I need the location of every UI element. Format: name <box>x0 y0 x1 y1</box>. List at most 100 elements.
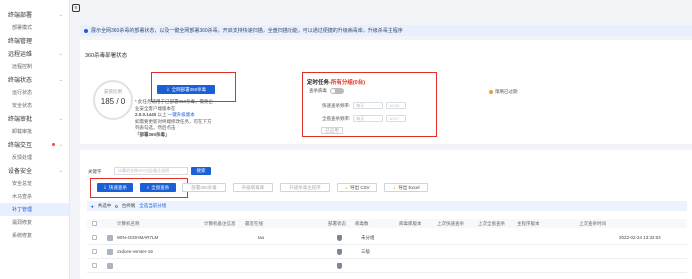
quick-freq-select[interactable]: 每天 <box>353 102 384 109</box>
install-ratio-circle: 安装比例 185 / 0 <box>93 80 133 120</box>
col-deploy[interactable]: 部署状态 <box>328 221 346 227</box>
deploy-list-button[interactable]: 部署360杀毒 <box>182 183 226 192</box>
chevron-down-icon: ⌄ <box>58 141 63 148</box>
sidebar-item-vuln-fix[interactable]: 漏洞修复 <box>0 216 69 229</box>
quick-scan-button[interactable]: ⇩ 快速查杀 <box>97 183 133 192</box>
selection-bar: ● 共选中 0 台终端 全选当前分组 <box>87 201 687 211</box>
col-dbver[interactable]: 病毒库版本 <box>399 221 422 227</box>
quick-freq-label: 快速查杀频率: <box>322 102 351 108</box>
schedule-title-prefix: 定时任务- <box>307 80 331 86</box>
row-online: tao <box>258 235 265 240</box>
deploy-360-button[interactable]: ⇩ 全网部署360杀毒 <box>157 85 215 94</box>
sidebar-group-status[interactable]: 终端状态 ⌄ <box>0 73 69 86</box>
computer-icon <box>107 249 113 255</box>
row-checkbox[interactable] <box>92 249 97 254</box>
sidebar-item-label: 卸载审批 <box>12 129 33 135</box>
sidebar-item-feedback[interactable]: 反馈处理 <box>0 151 69 164</box>
col-full[interactable]: 上次全盘查杀 <box>478 221 505 227</box>
col-name[interactable]: 计算机名称 <box>117 221 140 227</box>
sidebar-group-label: 终端部署 <box>8 13 33 19</box>
table-row[interactable]: zxdcen-vsmter-19 三级 <box>87 245 687 259</box>
search-button[interactable]: 搜索 <box>191 167 211 175</box>
sidebar-item-label: 系统修复 <box>12 233 33 239</box>
sidebar-group-deploy[interactable]: 终端部署 ⌄ <box>0 8 69 21</box>
table-row[interactable]: WIN-4SOHMAR7LM tao 未分组 2022-02-24 13:32:… <box>87 231 687 245</box>
sidebar-group-device-security[interactable]: 设备安全 ⌄ <box>0 164 69 177</box>
chevron-down-icon: ⌄ <box>58 11 63 18</box>
sidebar-group-approval[interactable]: 终端审批 ⌄ <box>0 112 69 125</box>
strategy-label: 策略已过期 <box>495 89 518 94</box>
sidebar-item-label: 反馈处理 <box>12 155 33 161</box>
sidebar-group-terminal[interactable]: 终端管理 <box>0 34 69 47</box>
sidebar-item-system-repair[interactable]: 系统修复 <box>0 229 69 242</box>
select-all-checkbox[interactable] <box>92 221 97 226</box>
desc-line1: * 此任务适用于已部署360 <box>135 99 187 104</box>
sidebar: 终端部署 ⌄ 部署模式 终端管理 远程运维 ⌄ 远程控制 终端状态 ⌄ 运行状态 安全… <box>0 0 70 279</box>
scan-toggle[interactable] <box>330 88 344 94</box>
row-name: zxdcen-vsmter-19 <box>117 249 153 254</box>
full-scan-button[interactable]: ⌕ 全盘查杀 <box>140 183 176 192</box>
sidebar-item-trojan-scan[interactable]: 木马查杀 <box>0 190 69 203</box>
deploy-description: * 此任务适用于已部署360杀毒，需要企业安全客户端版本在 2.0.0.1440… <box>135 99 215 138</box>
table-row[interactable] <box>87 259 687 273</box>
full-scan-label: 全盘查杀 <box>151 184 170 190</box>
sidebar-group-label: 设备安全 <box>8 169 33 175</box>
col-virus[interactable]: 病毒数 <box>355 221 369 227</box>
row-name: WIN-4SOHMAR7LM <box>117 235 159 240</box>
upgrade-main-button[interactable]: 升级杀毒主程序 <box>280 183 330 192</box>
full-time-select[interactable]: 10:17 <box>386 115 407 122</box>
upgrade-version-link[interactable]: 一键升级版本 <box>168 112 195 117</box>
strategy-status: 策略已过期 <box>489 89 518 95</box>
selected-unit: 台终端 <box>121 203 136 208</box>
col-online[interactable]: 最近在线 <box>245 221 263 227</box>
sidebar-item-uninstall-approval[interactable]: 卸载审批 <box>0 125 69 138</box>
select-all-link[interactable]: 全选当前分组 <box>139 203 166 209</box>
full-freq-row: 全盘查杀频率: 每天 10:17 <box>322 115 407 122</box>
sidebar-item-label: 安全状态 <box>12 103 33 109</box>
computer-icon <box>107 263 113 269</box>
sidebar-item-deploy-mode[interactable]: 部署模式 <box>0 21 69 34</box>
full-freq-label: 全盘查杀频率: <box>322 115 351 121</box>
chevron-down-icon: ⌄ <box>58 167 63 174</box>
sidebar-group-label: 终端管理 <box>8 39 33 45</box>
deploy-list-label: 部署360杀毒 <box>191 184 217 190</box>
sidebar-item-security-status[interactable]: 安全状态 <box>0 99 69 112</box>
search-icon: ⌕ <box>146 185 150 190</box>
sidebar-group-remote[interactable]: 远程运维 ⌄ <box>0 47 69 60</box>
search-input[interactable]: 计算机名称/IP/分组/备注说明 <box>114 167 188 175</box>
desc-line3: 如需要更新对终端修改任务，可在下方列表勾选，然后点击 <box>135 118 212 131</box>
sidebar-item-label: 漏洞修复 <box>12 220 33 226</box>
col-remark[interactable]: 计算机备注信息 <box>204 221 236 227</box>
warning-dot-icon <box>489 90 493 94</box>
sidebar-item-remote-control[interactable]: 远程控制 <box>0 60 69 73</box>
col-mainver[interactable]: 主程序版本 <box>517 221 540 227</box>
schedule-title-group: 所有分组(0台) <box>330 80 366 86</box>
export-excel-button[interactable]: ⇣ 导出 Excel <box>384 183 428 192</box>
collapse-sidebar-icon[interactable]: ≡ <box>72 4 80 12</box>
sidebar-item-label: 远程控制 <box>12 64 33 70</box>
sidebar-item-security-overview[interactable]: 安全总览 <box>0 177 69 190</box>
col-lastscan[interactable]: 上次查杀时间 <box>579 221 606 227</box>
deploy-360-label: 全网部署360杀毒 <box>171 86 207 92</box>
row-checkbox[interactable] <box>92 263 97 268</box>
sidebar-item-patch-management[interactable]: 补丁管理 <box>0 203 69 216</box>
sidebar-group-interaction[interactable]: 终端交互 ⌄ <box>0 138 69 151</box>
upgrade-db-button[interactable]: 升级病毒库 <box>233 183 273 192</box>
shield-icon <box>337 263 342 269</box>
sidebar-item-run-status[interactable]: 运行状态 <box>0 86 69 99</box>
install-ratio-label: 安装比例 <box>104 89 122 94</box>
full-freq-select[interactable]: 每天 <box>353 115 384 122</box>
chevron-down-icon: ⌄ <box>58 115 63 122</box>
chevron-down-icon: ⌄ <box>58 76 63 83</box>
toggle-label: 查杀病毒 <box>309 88 327 93</box>
info-icon <box>84 28 88 33</box>
notification-dot <box>51 143 55 146</box>
sidebar-item-label: 部署模式 <box>12 25 33 31</box>
quick-time-select[interactable]: 10:00 <box>386 102 407 109</box>
row-status: 三级 <box>361 249 370 254</box>
notice-text: 展示全网360杀毒的部署状态，以及一键全网部署360杀毒，开启支持快速扫描，全盘… <box>91 28 403 34</box>
col-quick[interactable]: 上次快速查杀 <box>437 221 464 227</box>
apply-button[interactable]: 已应用 <box>321 127 343 134</box>
export-csv-button[interactable]: ⇣ 导出 CSV <box>337 183 377 192</box>
row-checkbox[interactable] <box>92 235 97 240</box>
